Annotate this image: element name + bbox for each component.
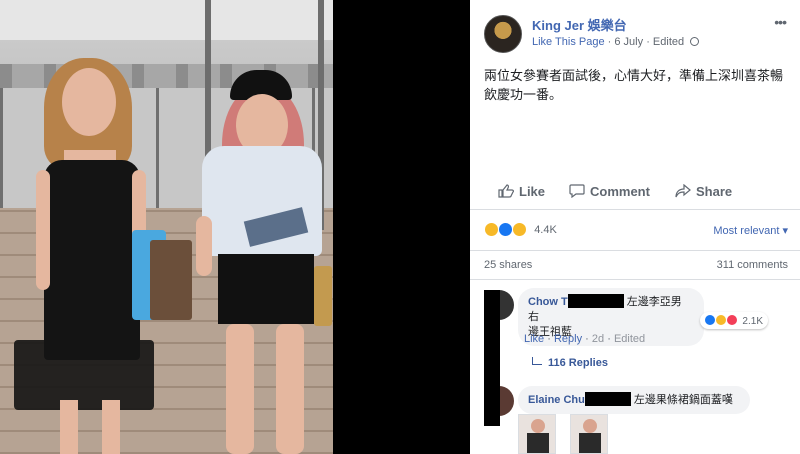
more-options-icon[interactable]: •••	[774, 14, 787, 30]
thumbs-up-icon	[498, 184, 514, 198]
comment-reactions-badge[interactable]: 2.1K	[700, 312, 768, 329]
redaction-bar	[584, 392, 631, 406]
photo-roof	[0, 0, 333, 40]
comment-photo-thumbnail[interactable]	[518, 414, 556, 454]
like-label: Like	[519, 184, 546, 199]
replies-count: 116 Replies	[548, 357, 608, 369]
comment-edited[interactable]: Edited	[614, 333, 645, 345]
page-name-link[interactable]: King Jer 娛樂台	[532, 15, 627, 34]
comment-icon	[569, 184, 585, 198]
commenter-name[interactable]: Elaine Chu	[528, 394, 585, 406]
person-left	[14, 50, 166, 454]
comment-text: 左邊果條裙鍋面蓋嘆	[633, 394, 733, 406]
reactions-summary[interactable]: 4.4K	[484, 222, 557, 237]
reaction-count: 4.4K	[534, 224, 557, 236]
view-replies-link[interactable]: 116 Replies	[532, 357, 608, 369]
person-right	[196, 66, 332, 454]
redaction-bar	[567, 294, 624, 308]
comment-actions: Like · Reply · 2d · Edited	[524, 333, 646, 345]
share-label: Share	[696, 184, 733, 199]
share-arrow-icon	[675, 184, 691, 198]
post-panel: King Jer 娛樂台 Like This Page · 6 July · E…	[470, 0, 800, 454]
reply-arrow-icon	[532, 357, 542, 365]
love-reaction-icon	[725, 314, 738, 326]
comments-count[interactable]: 311 comments	[717, 259, 788, 271]
comment-like-link[interactable]: Like	[524, 333, 544, 345]
post-date[interactable]: 6 July	[614, 36, 643, 48]
counts-bar: 25 shares 311 comments	[470, 250, 800, 280]
post-meta: Like This Page · 6 July · Edited	[532, 36, 700, 48]
comment-reply-link[interactable]: Reply	[554, 333, 582, 345]
comment-bubble: Elaine Chu 左邊果條裙鍋面蓋嘆	[518, 386, 750, 414]
comment-reaction-count: 2.1K	[742, 316, 763, 327]
edited-label[interactable]: Edited	[653, 36, 684, 48]
wow-reaction-icon	[512, 222, 528, 237]
comment-sort-dropdown[interactable]: Most relevant ▾	[713, 224, 788, 237]
comment-photo-thumbnail[interactable]	[570, 414, 608, 454]
comment-label: Comment	[590, 184, 650, 199]
redaction-block	[484, 290, 500, 426]
globe-icon	[690, 37, 700, 46]
post-actions-bar: Like Comment Share	[470, 176, 800, 210]
like-button[interactable]: Like	[498, 184, 545, 199]
brown-bag	[150, 240, 192, 320]
share-button[interactable]: Share	[675, 184, 732, 199]
screenshot: King Jer 娛樂台 Like This Page · 6 July · E…	[0, 0, 800, 454]
shares-count[interactable]: 25 shares	[484, 259, 532, 271]
like-reaction-icon	[498, 222, 514, 237]
commenter-name[interactable]: Chow T	[528, 296, 568, 308]
post-text: 兩位女參賽者面試後，心情大好，準備上深圳喜茶暢飲慶功一番。	[484, 68, 784, 102]
comment-button[interactable]: Comment	[569, 184, 650, 199]
post-photo[interactable]	[0, 0, 333, 454]
haha-reaction-icon	[484, 222, 499, 237]
like-page-link[interactable]: Like This Page	[532, 36, 605, 48]
page-avatar[interactable]	[484, 15, 522, 53]
comment-time[interactable]: 2d	[592, 333, 604, 345]
